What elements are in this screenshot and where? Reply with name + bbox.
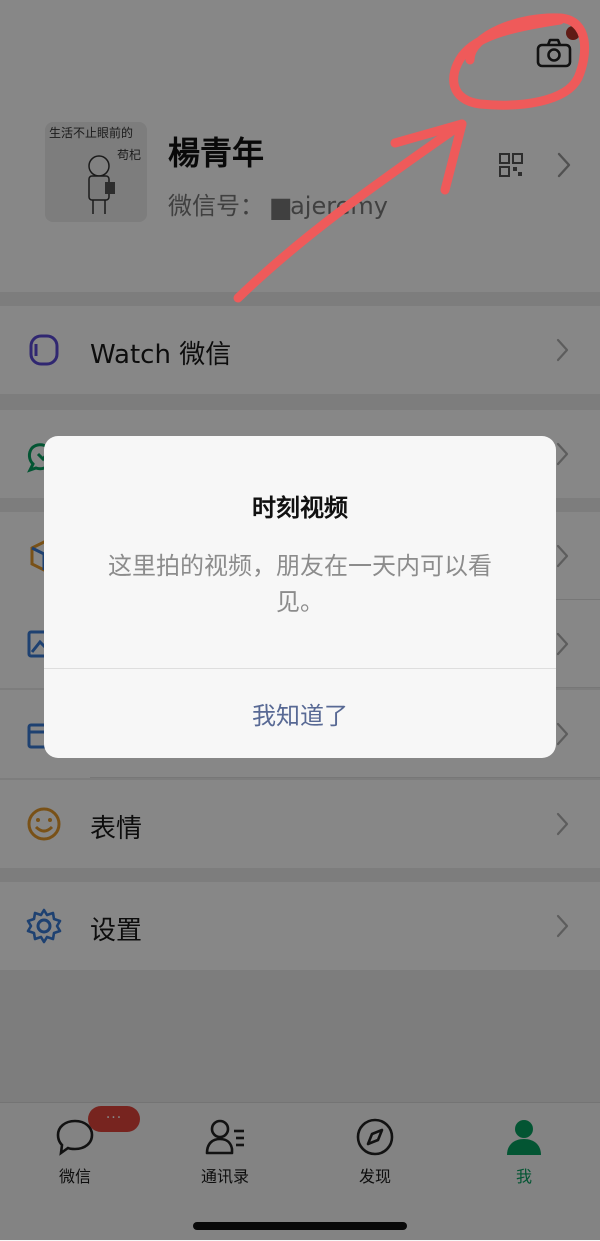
got-it-button[interactable]: 我知道了 bbox=[44, 669, 556, 758]
info-dialog: 时刻视频 这里拍的视频，朋友在一天内可以看见。 我知道了 bbox=[44, 436, 556, 758]
dialog-title: 时刻视频 bbox=[252, 494, 348, 522]
me-page: 生活不止眼前的 苟杞 楊青年 微信号： ▆ajeremy Watch 微信 表情… bbox=[0, 0, 600, 1241]
dialog-message: 这里拍的视频，朋友在一天内可以看见。 bbox=[108, 552, 492, 616]
